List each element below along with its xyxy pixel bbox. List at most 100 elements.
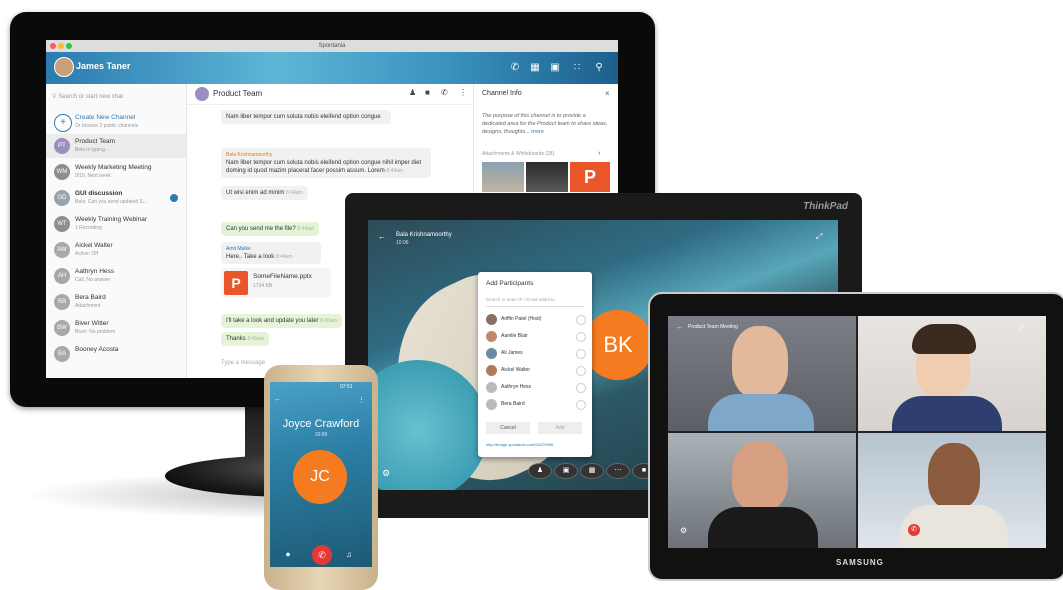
participant-row[interactable]: Bera Baird (486, 397, 586, 412)
video-tile[interactable] (668, 433, 856, 548)
more-icon[interactable]: ⋮ (459, 88, 467, 97)
back-arrow-icon[interactable]: ← (378, 232, 386, 241)
participant-name: Aamlie Blair (501, 333, 528, 339)
participant-row[interactable]: Aathryn Hess (486, 380, 586, 395)
sidebar-item-product-team[interactable]: PT Product Team Bela is typing... (46, 134, 186, 158)
sidebar-item-booney-acosta[interactable]: BA Booney Acosta (46, 342, 186, 366)
end-call-button[interactable]: ✆ (908, 524, 920, 536)
avatar (486, 382, 497, 393)
attachments-label: Attachments & Whiteboards (28) (482, 151, 555, 157)
participant-search-input[interactable]: Search or enter IP / Email address (486, 294, 584, 307)
end-call-button[interactable]: ✆ (312, 545, 332, 565)
search-input[interactable]: ⚲ Search or start new chat (52, 90, 180, 104)
contact-avatar: BB (54, 294, 70, 310)
participant-row[interactable]: Aickel Walter (486, 363, 586, 378)
file-attachment[interactable]: P SomeFileName.pptx 1734 KB (221, 268, 331, 298)
more-link[interactable]: more (531, 129, 544, 135)
participant-checkbox[interactable] (576, 349, 586, 359)
search-icon[interactable]: ⚲ (592, 61, 606, 75)
sidebar-item-aathryn-hess[interactable]: AH Aathryn Hess Call, No answer (46, 264, 186, 288)
participant-row[interactable]: Aamlie Blair (486, 329, 586, 344)
dialog-title: Add Participants (486, 280, 534, 287)
video-icon[interactable]: ■ (425, 88, 430, 97)
avatar (486, 348, 497, 359)
caller-avatar: BK (583, 310, 653, 380)
participant-checkbox[interactable] (576, 400, 586, 410)
thinkpad-logo: ThinkPad (802, 201, 848, 212)
chevron-right-icon[interactable]: › (598, 150, 600, 157)
speaker-icon[interactable]: ♫ (346, 550, 352, 559)
close-window-button[interactable] (50, 43, 56, 49)
attachment-thumbnail[interactable] (482, 162, 524, 192)
settings-icon[interactable]: ⚙ (382, 468, 390, 479)
avatar (486, 314, 497, 325)
chat-header: Product Team ♟ ■ ✆ ⋮ (187, 84, 472, 105)
screen-share-icon[interactable]: ▣ (554, 463, 578, 479)
sidebar-item-gui-discussion[interactable]: GD GUI discussion Bela: Can you send upd… (46, 186, 186, 210)
video-tile[interactable] (858, 316, 1046, 431)
avatar[interactable] (54, 57, 74, 77)
sidebar-item-bera-baird[interactable]: BB Bera Baird Attachment (46, 290, 186, 314)
sidebar-item-aickel-walter[interactable]: AW Aickel Walter Active: Off (46, 238, 186, 262)
settings-icon[interactable]: ⚙ (680, 526, 687, 535)
add-person-icon[interactable]: ♟ (528, 463, 552, 479)
message-time: 8:44am (275, 254, 293, 260)
sidebar-item-title: GUI discussion (75, 190, 123, 197)
call-duration: 10:06 (314, 432, 328, 438)
fullscreen-icon[interactable]: ⤢ (816, 232, 822, 242)
participant-row[interactable]: Ariffin Patel (Host) (486, 312, 586, 327)
contact-avatar: AW (54, 242, 70, 258)
maximize-window-button[interactable] (66, 43, 72, 49)
file-size: 1734 KB (253, 283, 273, 289)
cancel-button[interactable]: Cancel (486, 422, 530, 434)
sidebar-item-subtitle: Active: Off (75, 251, 98, 257)
message-text: Can you send me the file? (226, 226, 296, 232)
participant-checkbox[interactable] (576, 366, 586, 376)
add-button[interactable]: Add (538, 422, 582, 434)
sidebar-item-biver-witter[interactable]: BW Biver Witter Biver: No problem (46, 316, 186, 340)
bridge-link[interactable]: http://bridge.spontania.com/54479565 (486, 442, 553, 447)
message-input[interactable]: Type a message (221, 360, 265, 366)
mute-mic-icon[interactable]: ⏺ (286, 550, 290, 560)
sidebar-item-title: Weekly Training Webinar (75, 216, 148, 223)
phone-icon[interactable]: ✆ (441, 88, 448, 97)
sidebar-item-title: Aathryn Hess (75, 268, 115, 275)
message-bubble: I'll take a look and update you later 8:… (221, 314, 342, 328)
participant-checkbox[interactable] (576, 332, 586, 342)
video-tile[interactable] (858, 433, 1046, 548)
avatar (486, 399, 497, 410)
dialpad-icon[interactable]: ∷ (570, 61, 584, 75)
channel-avatar (195, 87, 209, 101)
fullscreen-icon[interactable]: ⤢ (1018, 323, 1024, 333)
sidebar-item-weekly-training[interactable]: WT Weekly Training Webinar 1 Recording (46, 212, 186, 236)
back-arrow-icon[interactable]: ← (274, 396, 281, 403)
more-icon[interactable]: ⋮ (358, 396, 365, 404)
attachment-thumbnail[interactable] (526, 162, 568, 192)
chat-icon[interactable]: ▩ (580, 463, 604, 479)
participant-video (928, 443, 980, 509)
participant-row[interactable]: Ali James (486, 346, 586, 361)
sidebar-item-create-channel[interactable]: + Create New Channel Or browse 2 public … (46, 110, 186, 134)
powerpoint-icon[interactable]: P (570, 162, 610, 192)
calendar-icon[interactable]: ▦ (528, 61, 542, 75)
sidebar-item-weekly-marketing[interactable]: WM Weekly Marketing Meeting 9/10, Next w… (46, 160, 186, 184)
close-icon[interactable]: × (605, 89, 610, 98)
meeting-icon[interactable]: ▣ (548, 61, 562, 75)
participant-name: Ariffin Patel (Host) (501, 316, 542, 322)
minimize-window-button[interactable] (58, 43, 64, 49)
meeting-title: Product Team Meeting (688, 324, 738, 330)
user-name: James Taner (76, 61, 131, 71)
video-tile[interactable] (668, 316, 856, 431)
more-icon[interactable]: ⋯ (606, 463, 630, 479)
participant-checkbox[interactable] (576, 383, 586, 393)
add-person-icon[interactable]: ♟ (409, 88, 416, 97)
participant-video (732, 441, 788, 511)
phone-icon[interactable]: ✆ (508, 61, 522, 75)
channel-description: The purpose of this channel is to provid… (482, 112, 610, 136)
participant-checkbox[interactable] (576, 315, 586, 325)
message-sender: Amit Malke (226, 246, 251, 252)
message-time: 8:44am (386, 168, 404, 174)
back-arrow-icon[interactable]: ← (676, 324, 683, 331)
message-text: Thanks (226, 336, 246, 342)
participant-video (732, 326, 788, 398)
